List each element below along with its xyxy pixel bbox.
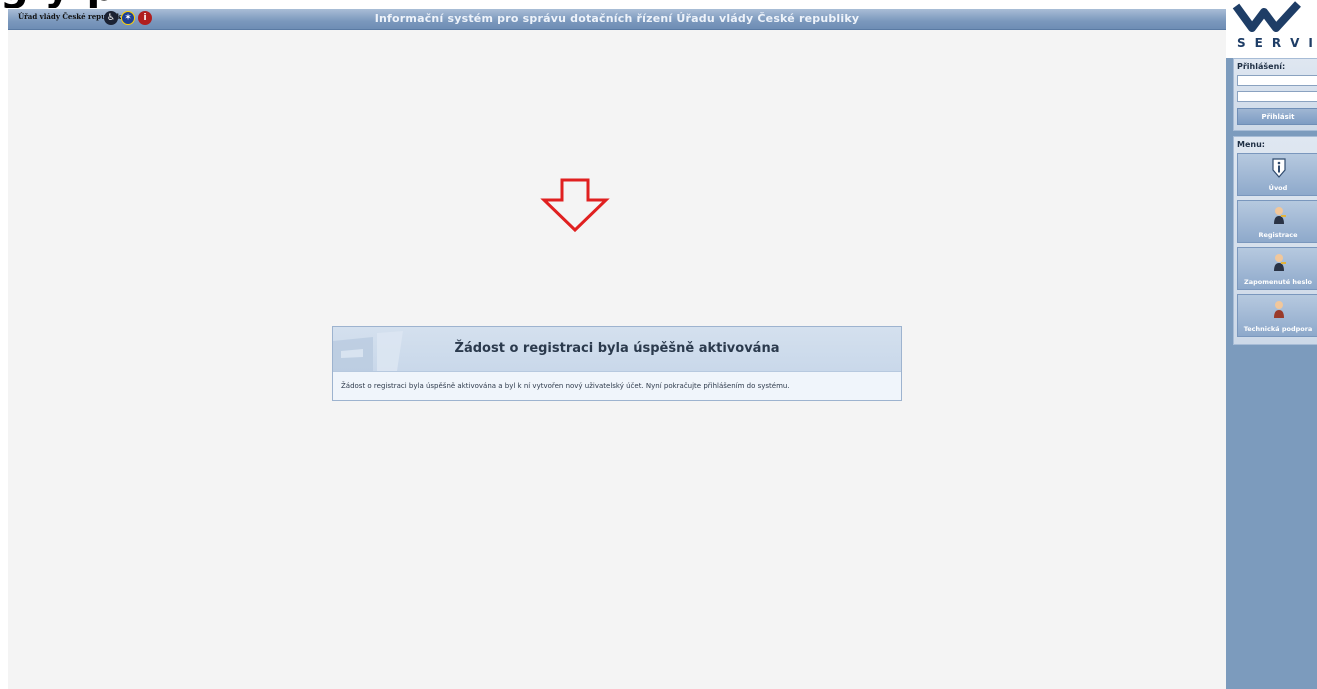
menu-item-label: Úvod [1268, 184, 1288, 192]
menu-item-registrace[interactable]: Registrace [1237, 200, 1317, 243]
right-sidebar: SERVIS Přihlášení: Přihlásit Menu: Úvod … [1226, 0, 1317, 689]
info-shield-icon [1272, 158, 1286, 178]
support-person-icon [1274, 301, 1284, 318]
menu-item-label: Registrace [1258, 231, 1298, 239]
menu-box: Menu: Úvod Registrace Zapomenuté heslo T… [1233, 136, 1317, 345]
user-key-icon [1274, 207, 1286, 224]
menu-item-technicka-podpora[interactable]: Technická podpora [1237, 294, 1317, 337]
menu-label: Menu: [1237, 140, 1265, 149]
user-key-icon [1274, 254, 1286, 271]
logo: SERVIS [1226, 0, 1317, 58]
notice-header: Žádost o registraci byla úspěšně aktivov… [333, 327, 901, 372]
logo-mark-icon [1232, 1, 1301, 32]
menu-item-label: Technická podpora [1243, 325, 1313, 333]
page-heading-fragment: g y p [0, 0, 116, 8]
password-field[interactable] [1237, 91, 1317, 102]
notice-title: Žádost o registraci byla úspěšně aktivov… [454, 341, 780, 356]
header-bar: Úřad vlády České republiky ♿ ✶ i Informa… [8, 9, 1226, 30]
logo-text: SERVIS [1237, 36, 1317, 50]
menu-item-label: Zapomenuté heslo [1243, 278, 1313, 286]
username-field[interactable] [1237, 75, 1317, 86]
notice-message: Žádost o registraci byla úspěšně aktivov… [341, 382, 790, 390]
login-label: Přihlášení: [1237, 62, 1286, 71]
menu-item-uvod[interactable]: Úvod [1237, 153, 1317, 196]
main-content: Žádost o registraci byla úspěšně aktivov… [8, 30, 1226, 689]
login-box: Přihlášení: Přihlásit [1233, 58, 1317, 131]
down-arrow-icon [540, 178, 610, 233]
login-button[interactable]: Přihlásit [1237, 108, 1317, 125]
system-title: Informační systém pro správu dotačních ř… [374, 12, 860, 25]
menu-item-zapomenute-heslo[interactable]: Zapomenuté heslo [1237, 247, 1317, 290]
notice-panel: Žádost o registraci byla úspěšně aktivov… [332, 326, 902, 401]
